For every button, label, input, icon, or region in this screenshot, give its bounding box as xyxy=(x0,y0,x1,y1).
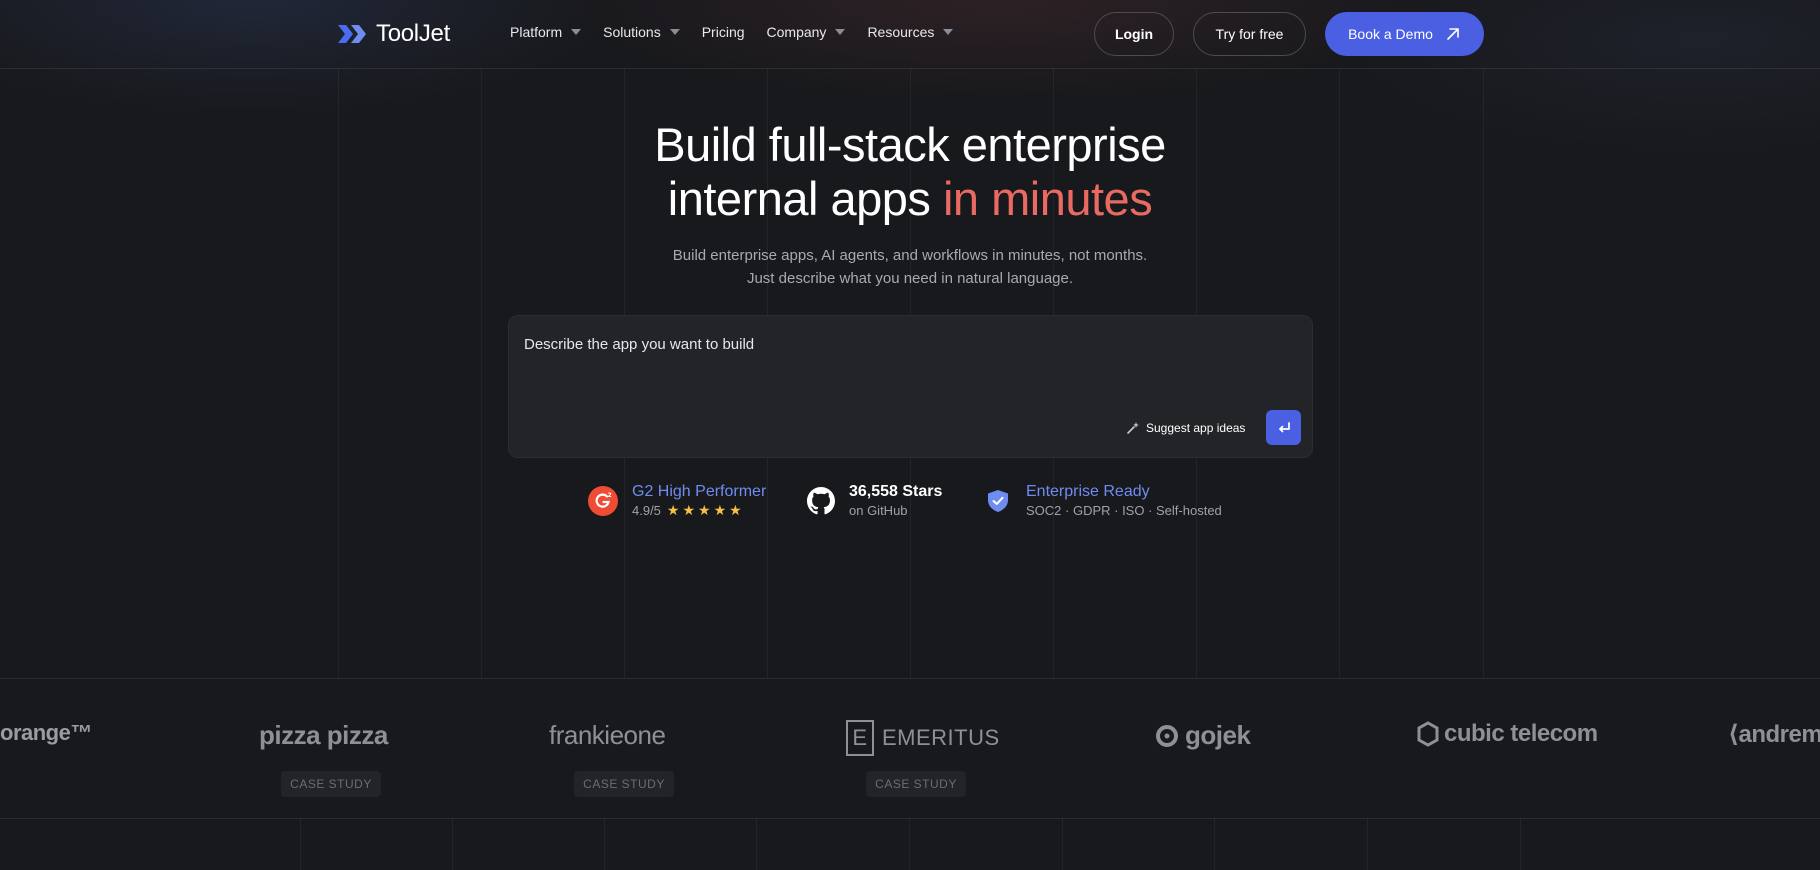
github-icon xyxy=(807,486,835,514)
tooljet-logo-icon xyxy=(338,25,366,43)
wand-icon xyxy=(1127,422,1139,434)
nav-divider xyxy=(0,68,1820,69)
caret-down-icon xyxy=(835,29,846,35)
menu-item-label: Solutions xyxy=(603,24,661,40)
case-study-button-pizza-pizza[interactable]: CASE STUDY xyxy=(281,771,381,797)
case-study-button-frankieone[interactable]: CASE STUDY xyxy=(574,771,674,797)
customer-logo-orange: orange™ xyxy=(0,720,92,745)
g2-badge-rating-row: 4.9/5 ★★★★★ xyxy=(632,502,766,519)
prompt-input[interactable]: Describe the app you want to build xyxy=(524,336,754,353)
enter-icon xyxy=(1278,421,1290,432)
hero-title-accent: in minutes xyxy=(942,172,1153,225)
grid-line xyxy=(604,818,605,870)
tooljet-logo[interactable]: ToolJet xyxy=(336,20,450,48)
try-for-free-button[interactable]: Try for free xyxy=(1193,12,1306,56)
customer-logo-cubic-telecom: cubic telecom xyxy=(1416,720,1598,748)
shield-check-icon xyxy=(988,489,1008,512)
grid-line xyxy=(1062,818,1063,870)
book-a-demo-button[interactable]: Book a Demo xyxy=(1325,12,1484,56)
main-menu: Platform Solutions Pricing Company Resou… xyxy=(510,24,975,40)
logo-text: ToolJet xyxy=(376,20,450,47)
customer-logo-frankieone: frankieone xyxy=(549,720,666,750)
cubic-mark-icon xyxy=(1417,721,1439,747)
grid-line xyxy=(909,818,910,870)
logo-strip-bottom-divider xyxy=(0,818,1820,819)
caret-down-icon xyxy=(669,29,680,35)
menu-item-company[interactable]: Company xyxy=(767,24,846,40)
top-navigation: ToolJet Platform Solutions Pricing Compa… xyxy=(0,0,1820,68)
emeritus-mark-icon: E xyxy=(846,720,874,756)
caret-down-icon xyxy=(943,29,954,35)
grid-line xyxy=(452,818,453,870)
github-stars-count: 36,558 Stars xyxy=(849,483,943,500)
star-rating-icons: ★★★★★ xyxy=(666,502,745,518)
emeritus-logo-text: EMERITUS xyxy=(882,725,1000,750)
case-study-button-emeritus[interactable]: CASE STUDY xyxy=(866,771,966,797)
arrow-up-right-icon xyxy=(1447,28,1459,40)
customer-logo-emeritus: E EMERITUS xyxy=(846,720,1000,756)
hero-title-line-1: Build full-stack enterprise xyxy=(654,118,1166,171)
github-badge-text: 36,558 Stars on GitHub xyxy=(849,482,942,519)
grid-line xyxy=(1520,818,1521,870)
g2-rating: 4.9/5 xyxy=(632,503,661,518)
g2-badge-text: G2 High Performer 4.9/5 ★★★★★ xyxy=(632,482,766,519)
menu-item-label: Resources xyxy=(867,24,935,40)
app-prompt-box[interactable]: Describe the app you want to build Sugge… xyxy=(508,315,1313,458)
menu-item-resources[interactable]: Resources xyxy=(867,24,954,40)
svg-text:2: 2 xyxy=(608,492,612,499)
gojek-mark-icon xyxy=(1156,724,1178,747)
customer-logo-pizza-pizza: pizza pizza xyxy=(259,720,388,750)
github-badge-sub: on GitHub xyxy=(849,503,908,518)
customer-logo-andrem: ⟨andrem xyxy=(1728,721,1820,748)
suggest-app-ideas-button[interactable]: Suggest app ideas xyxy=(1126,421,1245,435)
grid-line xyxy=(300,818,301,870)
github-badge[interactable]: 36,558 Stars on GitHub xyxy=(807,482,942,519)
g2-logo-icon: 2 xyxy=(588,485,618,516)
grid-line xyxy=(756,818,757,870)
send-prompt-button[interactable] xyxy=(1266,410,1301,445)
menu-item-label: Pricing xyxy=(701,24,745,40)
gojek-logo-text: gojek xyxy=(1185,720,1251,750)
grid-line xyxy=(1367,818,1368,870)
g2-badge-title: G2 High Performer xyxy=(632,483,767,500)
cubic-telecom-logo-text: cubic telecom xyxy=(1444,720,1598,747)
menu-item-platform[interactable]: Platform xyxy=(510,24,582,40)
menu-item-label: Platform xyxy=(510,24,563,40)
enterprise-badge-sub: SOC2 · GDPR · ISO · Self-hosted xyxy=(1026,503,1222,518)
menu-item-solutions[interactable]: Solutions xyxy=(603,24,680,40)
grid-line xyxy=(1214,818,1215,870)
hero-title-line-2: internal apps xyxy=(667,172,943,225)
book-a-demo-label: Book a Demo xyxy=(1348,26,1433,42)
hero-title: Build full-stack enterprise internal app… xyxy=(0,118,1820,226)
menu-item-label: Company xyxy=(766,24,827,40)
g2-badge[interactable]: 2 G2 High Performer 4.9/5 ★★★★★ xyxy=(588,482,766,519)
menu-item-pricing[interactable]: Pricing xyxy=(702,24,745,40)
customer-logo-gojek: gojek xyxy=(1155,720,1251,751)
hero-subtitle: Build enterprise apps, AI agents, and wo… xyxy=(672,247,1148,287)
logo-strip-top-divider xyxy=(0,678,1820,679)
suggest-app-ideas-label: Suggest app ideas xyxy=(1146,421,1246,435)
login-button[interactable]: Login xyxy=(1094,12,1174,56)
enterprise-badge-title: Enterprise Ready xyxy=(1026,483,1150,500)
enterprise-badge-text: Enterprise Ready SOC2 · GDPR · ISO · Sel… xyxy=(1026,482,1222,519)
enterprise-badge[interactable]: Enterprise Ready SOC2 · GDPR · ISO · Sel… xyxy=(984,482,1222,519)
caret-down-icon xyxy=(571,29,582,35)
